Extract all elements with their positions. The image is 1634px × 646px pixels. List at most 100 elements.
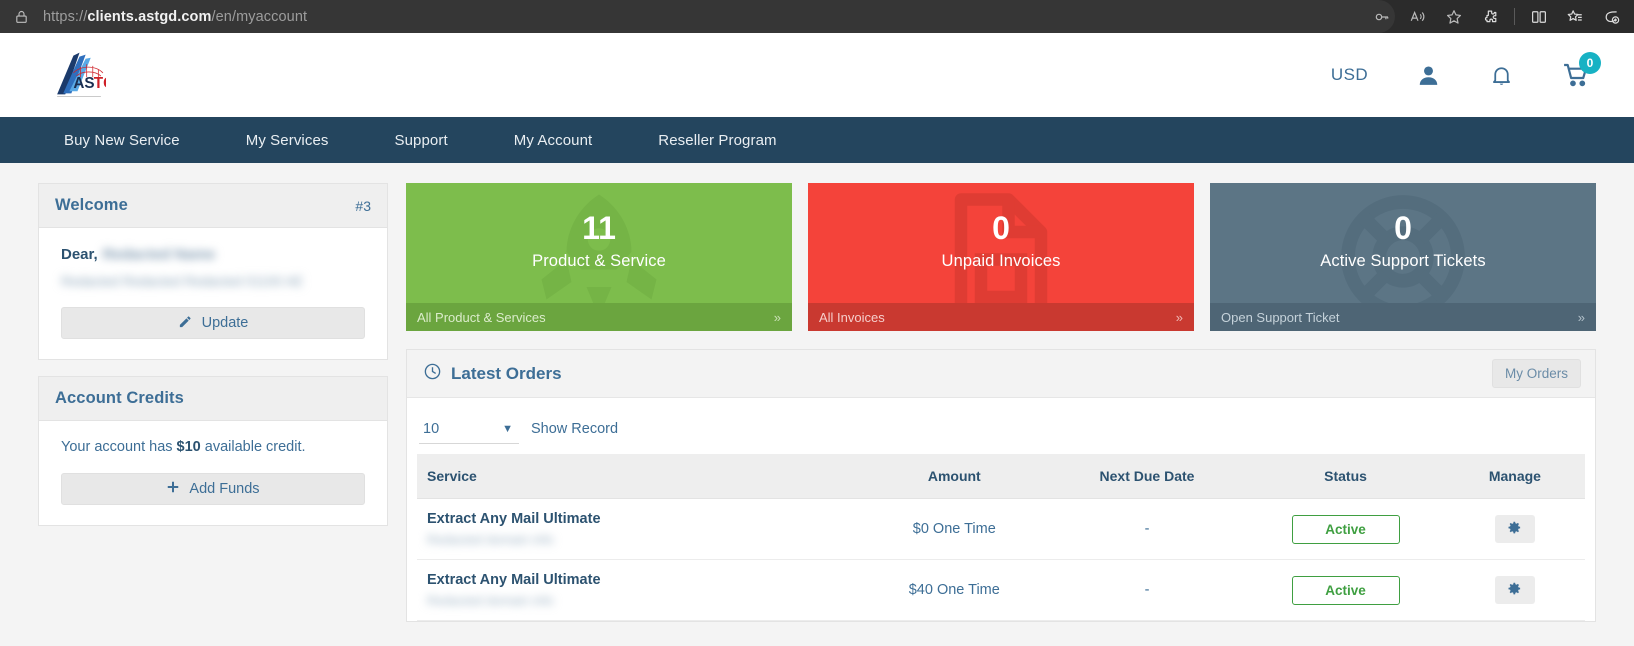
currency-selector[interactable]: USD	[1331, 65, 1368, 85]
column-header-next-due-date[interactable]: Next Due Date	[1047, 454, 1247, 499]
welcome-card-body: Dear, Redacted Name Redacted Redacted Re…	[39, 228, 387, 359]
cart-icon[interactable]: 0	[1562, 52, 1601, 89]
cell-status: Active	[1246, 559, 1445, 621]
page-content: Welcome #3 Dear, Redacted Name Redacted …	[0, 163, 1634, 646]
nav-item-support[interactable]: Support	[362, 117, 481, 163]
account-credits-card: Account Credits Your account has $10 ava…	[38, 376, 388, 526]
read-aloud-icon[interactable]	[1401, 3, 1435, 31]
split-screen-icon[interactable]	[1522, 3, 1556, 31]
welcome-title: Welcome	[55, 196, 128, 214]
table-row: Extract Any Mail Ultimate Redacted domai…	[417, 498, 1585, 560]
extensions-puzzle-icon[interactable]	[1473, 3, 1507, 31]
status-badge: Active	[1291, 514, 1400, 544]
latest-orders-header: Latest Orders My Orders	[407, 350, 1595, 398]
toolbar-divider	[1514, 8, 1515, 25]
tickets-count: 0	[1394, 210, 1412, 247]
cell-status: Active	[1246, 498, 1445, 560]
site-header: AS TGD USD 0	[0, 33, 1634, 117]
chevron-right-icon: »	[1577, 309, 1585, 325]
invoices-tile-main: 0 Unpaid Invoices	[808, 183, 1194, 303]
stat-tile-invoices[interactable]: 0 Unpaid Invoices All Invoices »	[808, 183, 1194, 331]
greeting-line: Dear, Redacted Name	[61, 246, 365, 263]
products-tile-main: 11 Product & Service	[406, 183, 792, 303]
show-record-label: Show Record	[531, 421, 619, 437]
invoices-tile-footer[interactable]: All Invoices »	[808, 303, 1194, 331]
nav-item-my-services[interactable]: My Services	[213, 117, 362, 163]
latest-orders-title: Latest Orders	[423, 362, 562, 386]
user-icon[interactable]	[1416, 63, 1441, 88]
nav-item-buy-new-service[interactable]: Buy New Service	[50, 117, 213, 163]
orders-table-body: Extract Any Mail Ultimate Redacted domai…	[417, 498, 1585, 621]
gear-icon	[1507, 520, 1522, 539]
manage-gear-button[interactable]	[1494, 576, 1535, 604]
header-actions: USD 0	[1331, 52, 1601, 89]
add-tab-icon[interactable]	[1594, 3, 1628, 31]
records-per-page-select[interactable]: 10 ▼	[419, 414, 519, 444]
svg-text:TGD: TGD	[94, 75, 106, 92]
products-footer-label: All Product & Services	[417, 309, 546, 325]
service-subtext: Redacted domain info	[427, 532, 554, 547]
service-subtext: Redacted domain info	[427, 593, 554, 608]
products-tile-footer[interactable]: All Product & Services »	[406, 303, 792, 331]
nav-item-reseller-program[interactable]: Reseller Program	[625, 117, 809, 163]
credits-card-header: Account Credits	[39, 377, 387, 421]
cell-service: Extract Any Mail Ultimate Redacted domai…	[417, 559, 861, 621]
cart-count-badge: 0	[1579, 52, 1601, 74]
status-badge: Active	[1291, 575, 1400, 605]
chevron-right-icon: »	[1175, 309, 1183, 325]
update-button[interactable]: Update	[61, 307, 365, 339]
column-header-manage[interactable]: Manage	[1444, 454, 1585, 499]
welcome-badge: #3	[355, 197, 371, 214]
records-per-page-value: 10	[423, 420, 440, 437]
password-key-icon[interactable]	[1365, 3, 1399, 31]
manage-gear-button[interactable]	[1494, 515, 1535, 543]
column-header-status[interactable]: Status	[1246, 454, 1445, 499]
invoices-label: Unpaid Invoices	[941, 251, 1061, 270]
chevron-right-icon: »	[773, 309, 781, 325]
cell-manage	[1444, 559, 1585, 621]
chevron-down-icon: ▼	[502, 422, 513, 435]
invoices-footer-label: All Invoices	[819, 309, 885, 325]
astgd-logo[interactable]: AS TGD	[50, 50, 126, 100]
pencil-icon	[178, 314, 193, 333]
orders-table: Service Amount Next Due Date Status Mana…	[417, 454, 1585, 621]
stat-tile-tickets[interactable]: 0 Active Support Tickets Open Support Ti…	[1210, 183, 1596, 331]
table-row: Extract Any Mail Ultimate Redacted domai…	[417, 559, 1585, 621]
favorite-star-icon[interactable]	[1437, 3, 1471, 31]
cell-amount: $0 One Time	[860, 498, 1048, 560]
tickets-tile-main: 0 Active Support Tickets	[1210, 183, 1596, 303]
customer-name: Redacted Name	[102, 246, 216, 263]
collections-icon[interactable]	[1558, 3, 1592, 31]
address-bar[interactable]: https://clients.astgd.com/en/myaccount	[0, 0, 1395, 33]
logo-icon: AS TGD	[57, 52, 126, 97]
column-header-service[interactable]: Service	[417, 454, 861, 499]
url-path: /en/myaccount	[211, 8, 308, 25]
main-content: 11 Product & Service All Product & Servi…	[406, 183, 1596, 646]
cell-manage	[1444, 498, 1585, 560]
my-orders-button[interactable]: My Orders	[1491, 359, 1581, 388]
customer-address: Redacted Redacted Redacted 01100 AE	[61, 274, 304, 289]
latest-orders-title-label: Latest Orders	[451, 363, 562, 383]
credit-text: Your account has $10 available credit.	[61, 439, 365, 455]
main-navigation: Buy New Service My Services Support My A…	[0, 117, 1634, 163]
orders-table-head: Service Amount Next Due Date Status Mana…	[417, 454, 1585, 499]
welcome-card: Welcome #3 Dear, Redacted Name Redacted …	[38, 183, 388, 360]
nav-item-my-account[interactable]: My Account	[481, 117, 626, 163]
orders-header-row: Service Amount Next Due Date Status Mana…	[417, 454, 1585, 499]
bell-icon[interactable]	[1489, 63, 1514, 88]
update-button-label: Update	[201, 315, 249, 331]
add-funds-button[interactable]: Add Funds	[61, 473, 365, 505]
latest-orders-body: 10 ▼ Show Record Service Amount Next Due…	[407, 398, 1595, 621]
tickets-label: Active Support Tickets	[1320, 251, 1486, 270]
tickets-tile-footer[interactable]: Open Support Ticket »	[1210, 303, 1596, 331]
column-header-amount[interactable]: Amount	[860, 454, 1048, 499]
credit-text-before: Your account has	[61, 439, 177, 455]
service-name[interactable]: Extract Any Mail Ultimate	[427, 572, 851, 588]
cell-service: Extract Any Mail Ultimate Redacted domai…	[417, 498, 861, 560]
svg-text:AS: AS	[73, 75, 94, 92]
service-name[interactable]: Extract Any Mail Ultimate	[427, 511, 851, 527]
browser-actions	[1365, 0, 1628, 33]
stat-tile-products[interactable]: 11 Product & Service All Product & Servi…	[406, 183, 792, 331]
credits-card-body: Your account has $10 available credit. A…	[39, 421, 387, 525]
latest-orders-panel: Latest Orders My Orders 10 ▼ Show Record…	[406, 349, 1596, 622]
